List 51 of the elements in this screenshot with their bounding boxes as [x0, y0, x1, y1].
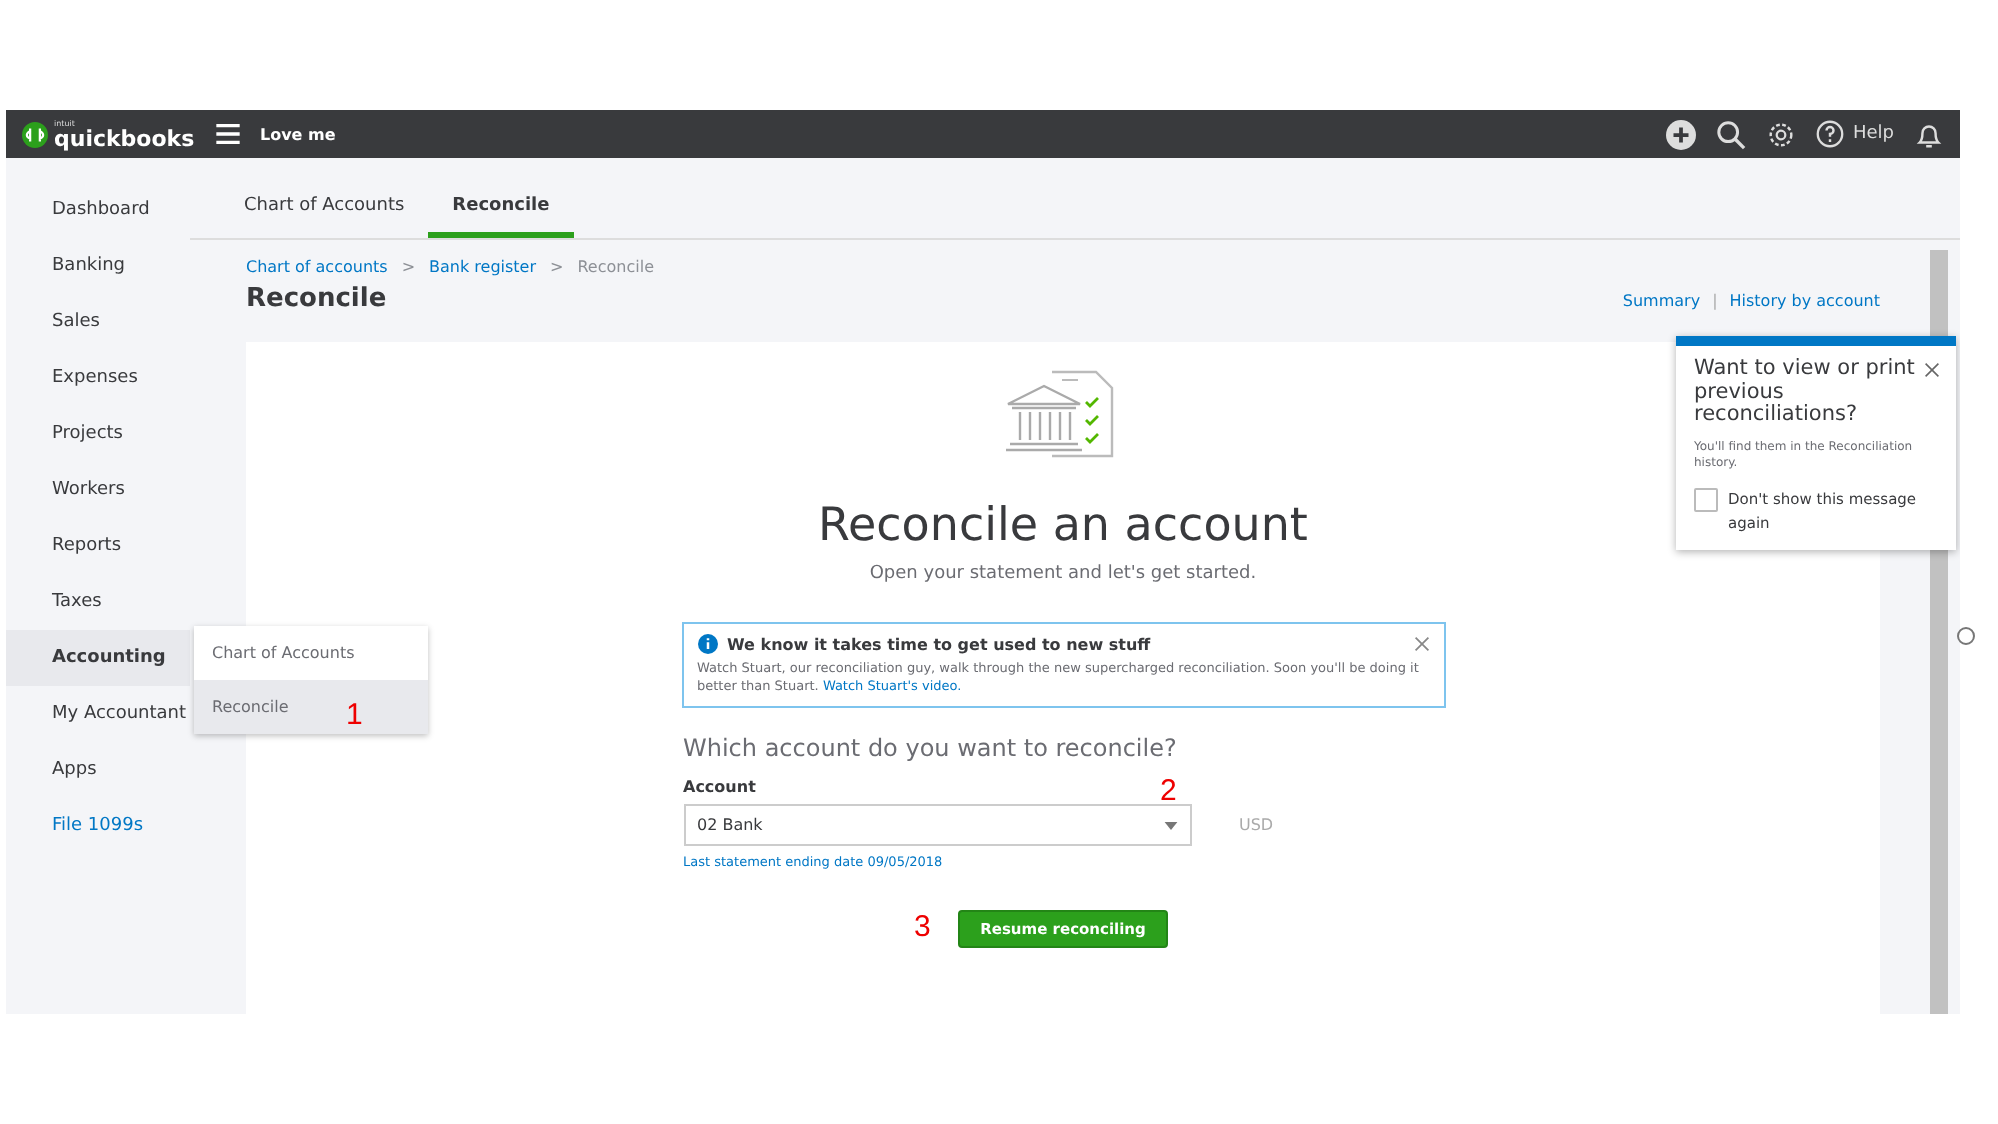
- sidebar-item[interactable]: Sales: [6, 294, 190, 350]
- step-number: 3: [914, 910, 931, 944]
- sidebar-item[interactable]: Apps: [6, 742, 190, 798]
- sidebar-item[interactable]: Banking: [6, 238, 190, 294]
- account-dropdown[interactable]: 02 Bank: [683, 804, 1191, 847]
- sidebar-item[interactable]: Projects: [6, 406, 190, 462]
- sidebar-item[interactable]: My Accountant: [6, 686, 190, 742]
- breadcrumb-separator: >: [550, 258, 564, 276]
- sidebar-item[interactable]: Expenses: [6, 350, 190, 406]
- plus-icon[interactable]: [1666, 119, 1697, 149]
- account-question: Which account do you want to reconcile?: [683, 734, 1179, 763]
- hero-subtitle: Open your statement and let's get started.: [869, 564, 1257, 584]
- search-icon[interactable]: [1716, 119, 1747, 149]
- sidebar-item[interactable]: Taxes: [6, 574, 190, 630]
- header-link[interactable]: Summary: [1622, 292, 1701, 310]
- banner-title: We know it takes time to get used to new stuff: [727, 635, 1151, 653]
- company-name: Love me: [260, 125, 336, 143]
- logo-icon: [22, 121, 48, 147]
- help-button[interactable]: Help: [1816, 120, 1894, 148]
- breadcrumb-link[interactable]: Chart of accounts: [246, 258, 388, 276]
- sidebar-item[interactable]: File 1099s: [6, 798, 190, 854]
- close-icon[interactable]: [1413, 636, 1429, 652]
- caret-icon: [1163, 821, 1177, 830]
- close-icon[interactable]: [1924, 362, 1940, 378]
- checkbox[interactable]: [1694, 488, 1718, 513]
- page-title: Reconcile: [246, 284, 389, 314]
- menu-icon[interactable]: [216, 124, 240, 144]
- hero-title: Reconcile an account: [818, 500, 1308, 552]
- sidebar-item[interactable]: Workers: [6, 462, 190, 518]
- brand-name: quickbooks: [54, 127, 195, 149]
- popover-title: Want to view or print previous reconciliations?: [1694, 358, 1917, 428]
- breadcrumb-separator: >: [401, 258, 416, 276]
- currency-label: USD: [1239, 816, 1274, 835]
- resize-handle-icon[interactable]: [1956, 626, 1976, 646]
- step-number: 1: [346, 698, 363, 732]
- tab[interactable]: Reconcile: [428, 196, 574, 238]
- header-link[interactable]: History by account: [1729, 292, 1880, 310]
- link-separator: |: [1712, 292, 1718, 310]
- step-number: 2: [1160, 774, 1177, 808]
- sidebar-item[interactable]: Dashboard: [6, 182, 190, 238]
- current-page-label: Reconcile: [577, 258, 654, 276]
- settings-icon[interactable]: [1766, 119, 1797, 149]
- submenu-item[interactable]: Chart of Accounts: [194, 626, 428, 680]
- sidebar-item[interactable]: Accounting: [6, 630, 190, 686]
- sidebar-item[interactable]: Reports: [6, 518, 190, 574]
- bell-icon[interactable]: [1914, 119, 1944, 149]
- tab[interactable]: Chart of Accounts: [220, 196, 429, 238]
- breadcrumb-link[interactable]: Bank register: [429, 258, 537, 276]
- info-icon: [697, 634, 717, 654]
- field-label: Account: [683, 778, 756, 797]
- help-icon: [1816, 120, 1845, 148]
